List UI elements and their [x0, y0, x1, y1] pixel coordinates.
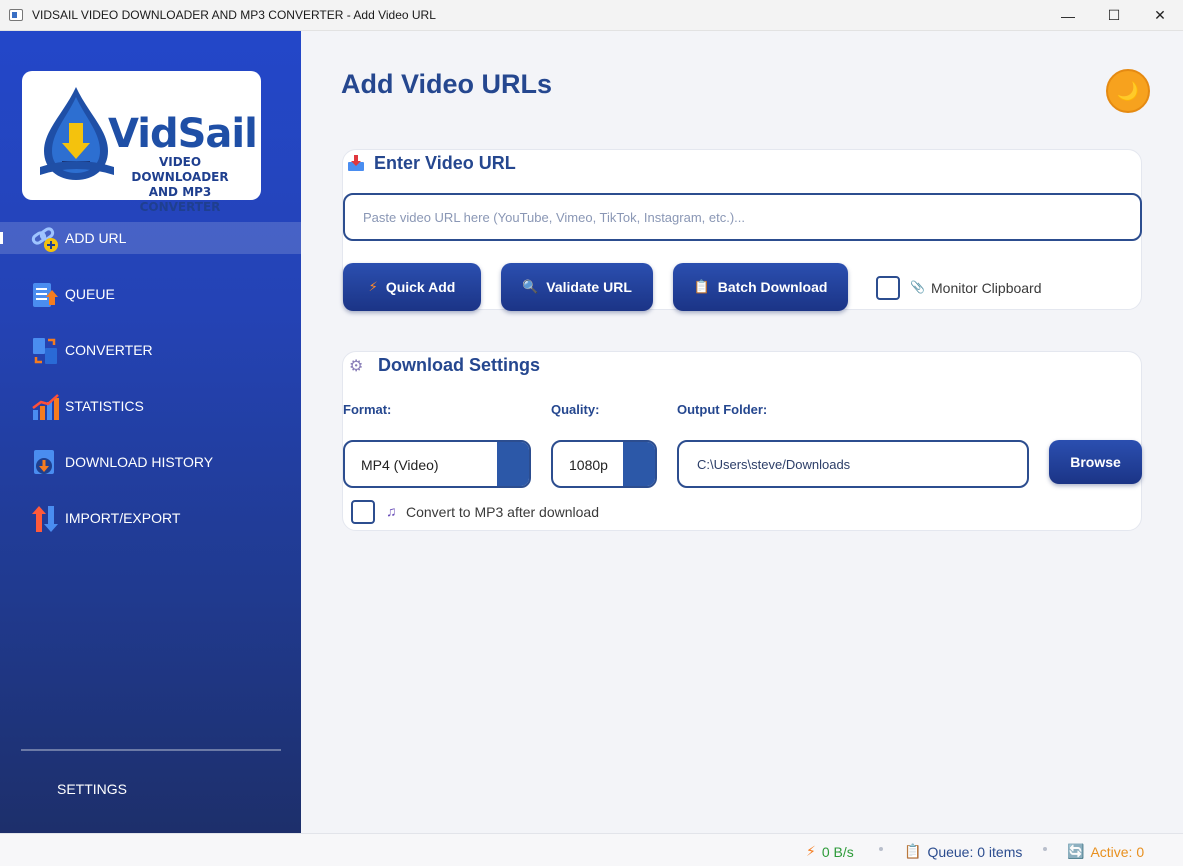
sidebar-item-download-history[interactable]: DOWNLOAD HISTORY: [0, 446, 301, 478]
output-folder-label: Output Folder:: [677, 402, 768, 417]
url-card: Enter Video URL ⚡ Quick Add 🔍 Validate U…: [342, 149, 1142, 311]
logo-subtitle-line-1: VIDEO DOWNLOADER: [131, 155, 229, 184]
convert-mp3-label: Convert to MP3 after download: [406, 504, 599, 520]
batch-download-label: Batch Download: [717, 279, 828, 295]
chevron-down-icon[interactable]: [623, 442, 655, 486]
main-content: Add Video URLs 🌙 Enter Video URL ⚡ Quick…: [301, 31, 1183, 833]
queue-list-icon: [33, 283, 58, 307]
sidebar: VidSail VIDEO DOWNLOADER AND MP3 CONVERT…: [0, 31, 301, 833]
sidebar-item-label: QUEUE: [65, 286, 115, 302]
logo-subtitle: VIDEO DOWNLOADER AND MP3 CONVERTER: [110, 155, 250, 215]
quick-add-label: Quick Add: [385, 279, 456, 295]
lightning-icon: ⚡: [806, 843, 816, 859]
active-value: Active: 0: [1090, 843, 1145, 860]
validate-url-button[interactable]: 🔍 Validate URL: [501, 263, 653, 311]
import-export-icon: [32, 506, 58, 532]
window-titlebar: VIDSAIL VIDEO DOWNLOADER AND MP3 CONVERT…: [0, 0, 1183, 31]
download-settings-card: ⚙ Download Settings Format: Quality: Out…: [342, 351, 1142, 531]
format-select-value: MP4 (Video): [361, 457, 439, 473]
format-label: Format:: [343, 402, 392, 417]
sidebar-item-queue[interactable]: QUEUE: [0, 278, 301, 310]
history-download-icon: [34, 450, 54, 474]
logo-name: VidSail: [108, 111, 258, 157]
sidebar-item-label: ADD URL: [65, 230, 127, 246]
monitor-clipboard-label: Monitor Clipboard: [931, 280, 1042, 296]
chevron-down-icon[interactable]: [497, 442, 529, 486]
sidebar-divider: [21, 749, 281, 751]
theme-toggle-button[interactable]: 🌙: [1106, 69, 1150, 113]
output-folder-value: C:\Users\steve/Downloads: [697, 457, 851, 472]
quality-label: Quality:: [551, 402, 600, 417]
logo-subtitle-line-2: AND MP3 CONVERTER: [139, 185, 221, 214]
sidebar-nav: ADD URL QUEUE CONVERTER STATISTICS DOWNL…: [0, 222, 301, 558]
magnifier-icon: 🔍: [522, 279, 539, 294]
page-title: Add Video URLs: [341, 69, 553, 99]
sidebar-item-label: CONVERTER: [65, 342, 153, 358]
minimize-button[interactable]: —: [1045, 0, 1091, 31]
clipboard-icon: 📋: [693, 279, 710, 294]
status-separator: [879, 847, 883, 851]
convert-icon: [33, 338, 57, 364]
browse-label: Browse: [1070, 454, 1121, 470]
sidebar-item-statistics[interactable]: STATISTICS: [0, 390, 301, 422]
music-note-icon: ♫: [386, 503, 397, 519]
video-url-input[interactable]: [343, 193, 1142, 241]
download-settings-title: Download Settings: [378, 355, 540, 375]
sidebar-item-label: DOWNLOAD HISTORY: [65, 454, 214, 470]
window-controls: — ☐ ✕: [1045, 0, 1183, 31]
sidebar-item-label: STATISTICS: [65, 398, 144, 414]
clipboard-icon: 📋: [904, 843, 922, 859]
status-separator: [1043, 847, 1047, 851]
validate-url-label: Validate URL: [546, 279, 632, 295]
sidebar-item-converter[interactable]: CONVERTER: [0, 334, 301, 366]
inbox-download-icon: [348, 155, 364, 171]
format-select[interactable]: MP4 (Video): [343, 440, 531, 488]
gear-icon: ⚙: [349, 358, 364, 375]
quality-select[interactable]: 1080p: [551, 440, 657, 488]
logo: VidSail VIDEO DOWNLOADER AND MP3 CONVERT…: [22, 71, 261, 214]
url-card-title: Enter Video URL: [374, 153, 516, 173]
sidebar-item-import-export[interactable]: IMPORT/EXPORT: [0, 502, 301, 534]
refresh-icon: 🔄: [1067, 843, 1085, 859]
chart-icon: [32, 394, 59, 420]
monitor-clipboard-checkbox[interactable]: [876, 276, 900, 300]
active-status: 🔄 Active: 0: [1067, 843, 1144, 860]
sidebar-item-add-url[interactable]: ADD URL: [0, 222, 301, 254]
maximize-button[interactable]: ☐: [1091, 0, 1137, 31]
window-title: VIDSAIL VIDEO DOWNLOADER AND MP3 CONVERT…: [32, 8, 436, 22]
quick-add-button[interactable]: ⚡ Quick Add: [343, 263, 481, 311]
speed-status: ⚡ 0 B/s: [806, 843, 854, 860]
moon-icon: 🌙: [1116, 80, 1140, 101]
queue-value: Queue: 0 items: [927, 843, 1023, 860]
paperclip-icon: 📎: [910, 280, 925, 294]
convert-mp3-checkbox[interactable]: [351, 500, 375, 524]
batch-download-button[interactable]: 📋 Batch Download: [673, 263, 848, 311]
status-bar: ⚡ 0 B/s 📋 Queue: 0 items 🔄 Active: 0: [0, 833, 1183, 866]
speed-value: 0 B/s: [821, 843, 854, 860]
sidebar-item-settings[interactable]: SETTINGS: [57, 781, 127, 797]
close-button[interactable]: ✕: [1137, 0, 1183, 31]
output-folder-field[interactable]: C:\Users\steve/Downloads: [677, 440, 1029, 488]
app-icon: [9, 9, 23, 21]
logo-drop-icon: [40, 87, 114, 180]
lightning-icon: ⚡: [368, 279, 378, 294]
browse-button[interactable]: Browse: [1049, 440, 1142, 484]
quality-select-value: 1080p: [569, 457, 608, 473]
link-add-icon: [31, 227, 58, 252]
sidebar-item-label: IMPORT/EXPORT: [65, 510, 181, 526]
queue-status: 📋 Queue: 0 items: [904, 843, 1022, 860]
